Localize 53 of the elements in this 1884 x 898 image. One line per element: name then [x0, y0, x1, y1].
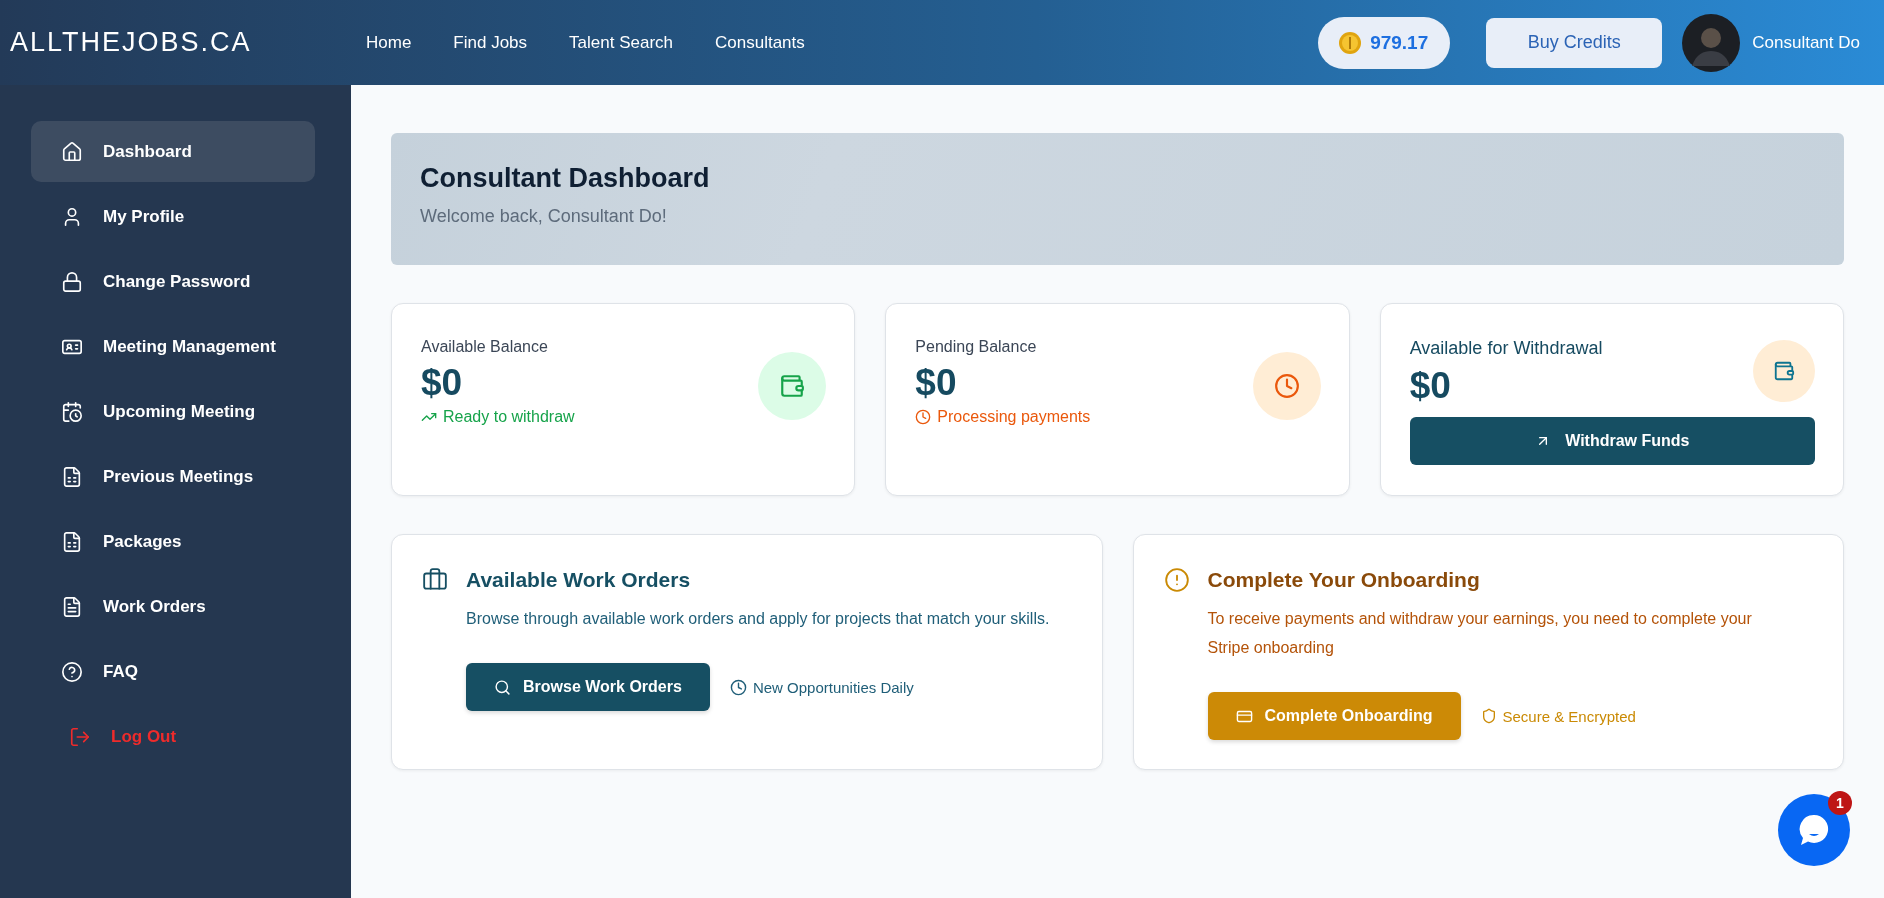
browse-button[interactable]: Browse Work Orders	[466, 663, 710, 711]
clock-icon	[915, 409, 932, 425]
stat-value: $0	[915, 362, 957, 404]
alert-icon	[1163, 567, 1190, 593]
briefcase-icon	[422, 567, 448, 593]
user-name[interactable]: Consultant Do	[1752, 32, 1860, 53]
sidebar-item[interactable]: Work Orders	[31, 576, 315, 637]
withdraw-button[interactable]: Withdraw Funds	[1409, 417, 1815, 465]
search-icon	[494, 678, 511, 696]
sidebar-item[interactable]: Upcoming Meeting	[31, 381, 315, 442]
stat-label: Pending Balance	[915, 338, 1038, 356]
welcome-message: Welcome back, Consultant Do!	[420, 206, 668, 227]
sidebar-item[interactable]: Dashboard	[31, 121, 315, 182]
logo[interactable]: ALLTHEJOBS.CA	[10, 27, 366, 58]
card-description: To receive payments and withdraw your earnings, you need to complete your Stripe onboarding	[1207, 609, 1753, 658]
stat-note: Ready to withdraw	[421, 408, 575, 426]
notification-badge: 1	[1828, 791, 1852, 815]
lock-icon	[61, 270, 83, 293]
stat-value: $0	[421, 362, 463, 404]
clock-icon	[729, 678, 747, 696]
sidebar-item[interactable]: FAQ	[31, 641, 315, 702]
coin-icon	[1338, 30, 1363, 55]
card-title: Complete Your Onboarding	[1207, 568, 1481, 592]
sidebar-item[interactable]: Previous Meetings	[31, 446, 315, 507]
card-note: Secure & Encrypted	[1480, 707, 1636, 725]
nav-link[interactable]: Home	[366, 32, 412, 53]
credits-balance: 979.17	[1318, 16, 1451, 69]
sidebar-item[interactable]: Meeting Management	[31, 316, 315, 377]
nav-link[interactable]: Find Jobs	[453, 32, 528, 53]
sidebar-item[interactable]: Packages	[31, 511, 315, 572]
chat-button[interactable]: 1	[1778, 794, 1850, 866]
stat-value: $0	[1409, 365, 1451, 407]
calendar-clock-icon	[61, 400, 83, 423]
card-note: New Opportunities Daily	[729, 678, 914, 696]
stat-label: Available Balance	[421, 338, 549, 356]
page-title: Consultant Dashboard	[420, 163, 711, 194]
card-title: Available Work Orders	[466, 568, 692, 592]
stat-note: Processing payments	[915, 408, 1091, 426]
home-icon	[61, 140, 83, 163]
logout-icon	[69, 725, 91, 748]
nav-link[interactable]: Consultants	[715, 32, 805, 53]
help-icon	[61, 660, 83, 683]
avatar[interactable]	[1682, 13, 1741, 72]
document-icon	[61, 595, 83, 618]
shield-icon	[1480, 708, 1497, 724]
buy-credits-button[interactable]: Buy Credits	[1486, 17, 1663, 68]
stat-label: Available for Withdrawal	[1409, 338, 1604, 359]
nav-link[interactable]: Talent Search	[569, 32, 673, 53]
spreadsheet-icon	[61, 530, 83, 553]
sidebar-item[interactable]: Change Password	[31, 251, 315, 312]
sidebar-item[interactable]: My Profile	[31, 186, 315, 247]
spreadsheet-icon	[61, 465, 83, 488]
card-description: Browse through available work orders and apply for projects that match your skills.	[466, 609, 1050, 629]
